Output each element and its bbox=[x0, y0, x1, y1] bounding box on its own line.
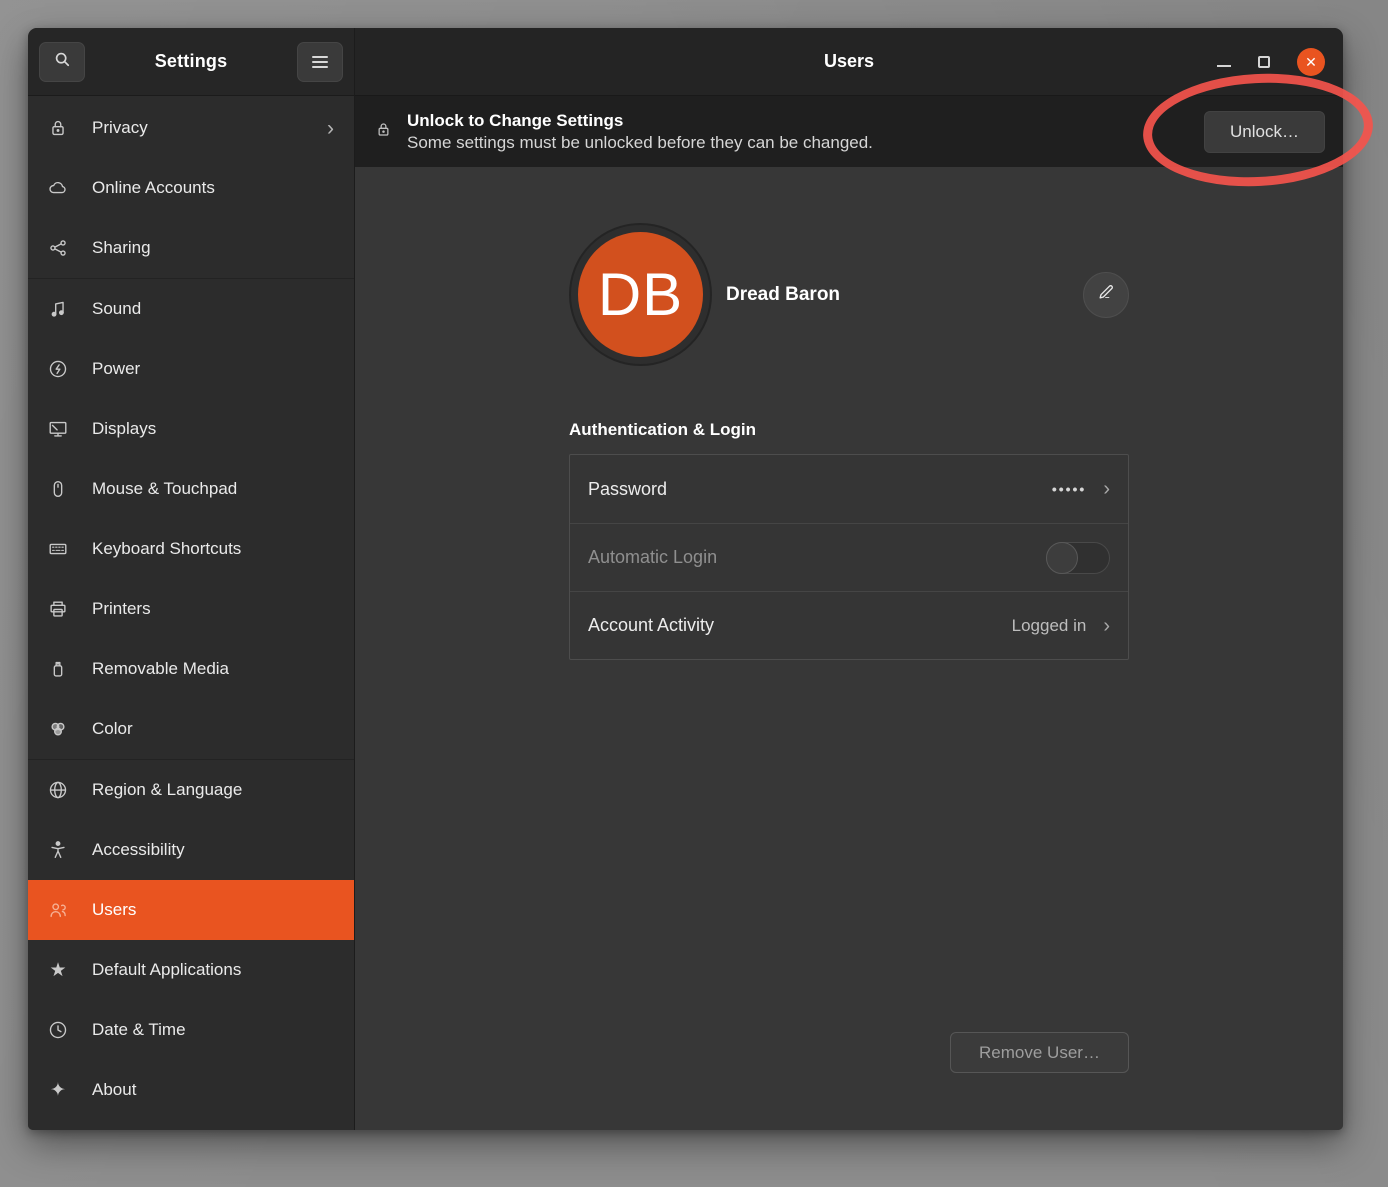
account-activity-value: Logged in bbox=[1012, 616, 1087, 636]
sidebar-item-label: Region & Language bbox=[92, 780, 242, 800]
banner-text: Unlock to Change Settings Some settings … bbox=[407, 111, 873, 153]
sidebar-item-removable-media[interactable]: Removable Media bbox=[28, 639, 354, 699]
sidebar-item-mouse-touchpad[interactable]: Mouse & Touchpad bbox=[28, 459, 354, 519]
sidebar-item-label: Printers bbox=[92, 599, 151, 619]
minimize-icon[interactable] bbox=[1217, 65, 1231, 67]
clock-icon bbox=[46, 1018, 70, 1042]
flash-drive-icon bbox=[46, 657, 70, 681]
pencil-icon bbox=[1096, 282, 1116, 307]
sidebar-item-label: Color bbox=[92, 719, 133, 739]
sidebar-item-power[interactable]: Power bbox=[28, 339, 354, 399]
lock-icon bbox=[374, 119, 393, 145]
avatar-initials: DB bbox=[578, 232, 703, 357]
main-panel: Unlock to Change Settings Some settings … bbox=[355, 96, 1343, 1130]
sidebar-header: Settings bbox=[28, 28, 355, 96]
mouse-icon bbox=[46, 477, 70, 501]
menu-button[interactable] bbox=[297, 42, 343, 82]
remove-user-button[interactable]: Remove User… bbox=[950, 1032, 1129, 1073]
sidebar-item-users[interactable]: Users bbox=[28, 880, 354, 940]
printer-icon bbox=[46, 597, 70, 621]
toggle-knob bbox=[1046, 542, 1078, 574]
password-row[interactable]: Password ••••• › bbox=[570, 455, 1128, 523]
display-icon bbox=[46, 417, 70, 441]
maximize-icon[interactable] bbox=[1258, 56, 1270, 68]
lock-icon bbox=[46, 116, 70, 140]
sidebar-item-color[interactable]: Color bbox=[28, 699, 354, 759]
account-activity-label: Account Activity bbox=[588, 615, 714, 636]
profile-row: DB Dread Baron bbox=[569, 223, 1129, 366]
sidebar-item-label: Users bbox=[92, 900, 136, 920]
cloud-icon bbox=[46, 176, 70, 200]
sidebar-item-label: Default Applications bbox=[92, 960, 241, 980]
auth-group: Password ••••• › Automatic Login Ac bbox=[569, 454, 1129, 660]
window-controls: ✕ bbox=[1217, 48, 1343, 76]
sidebar-item-label: Sound bbox=[92, 299, 141, 319]
unlock-button[interactable]: Unlock… bbox=[1204, 111, 1325, 153]
sidebar-item-sharing[interactable]: Sharing bbox=[28, 218, 354, 278]
power-icon bbox=[46, 357, 70, 381]
sidebar-item-online-accounts[interactable]: Online Accounts bbox=[28, 158, 354, 218]
hamburger-icon bbox=[312, 56, 328, 68]
sidebar-item-label: Mouse & Touchpad bbox=[92, 479, 237, 499]
sidebar-item-sound[interactable]: Sound bbox=[28, 279, 354, 339]
sidebar-item-label: About bbox=[92, 1080, 136, 1100]
sidebar-item-label: Power bbox=[92, 359, 140, 379]
users-icon bbox=[46, 898, 70, 922]
chevron-right-icon: › bbox=[1103, 616, 1110, 636]
sidebar-item-displays[interactable]: Displays bbox=[28, 399, 354, 459]
sidebar-item-region-language[interactable]: Region & Language bbox=[28, 760, 354, 820]
titlebar: Users ✕ bbox=[355, 28, 1343, 96]
sidebar-item-label: Keyboard Shortcuts bbox=[92, 539, 241, 559]
sidebar-item-privacy[interactable]: Privacy › bbox=[28, 98, 354, 158]
close-icon[interactable]: ✕ bbox=[1297, 48, 1325, 76]
automatic-login-toggle[interactable] bbox=[1046, 542, 1110, 574]
auth-section-heading: Authentication & Login bbox=[569, 420, 1129, 440]
users-content: DB Dread Baron Authentication & Login Pa… bbox=[355, 167, 1343, 1130]
search-button[interactable] bbox=[39, 42, 85, 82]
globe-icon bbox=[46, 778, 70, 802]
app-title: Settings bbox=[155, 51, 228, 72]
automatic-login-row: Automatic Login bbox=[570, 523, 1128, 591]
sidebar-item-printers[interactable]: Printers bbox=[28, 579, 354, 639]
sidebar-item-default-applications[interactable]: ★ Default Applications bbox=[28, 940, 354, 1000]
page-title: Users bbox=[355, 51, 1343, 72]
music-note-icon bbox=[46, 297, 70, 321]
sidebar-item-date-time[interactable]: Date & Time bbox=[28, 1000, 354, 1060]
search-icon bbox=[52, 49, 72, 74]
account-activity-row[interactable]: Account Activity Logged in › bbox=[570, 591, 1128, 659]
automatic-login-label: Automatic Login bbox=[588, 547, 717, 568]
sidebar-item-about[interactable]: ✦ About bbox=[28, 1060, 354, 1120]
accessibility-icon bbox=[46, 838, 70, 862]
sidebar-item-keyboard-shortcuts[interactable]: Keyboard Shortcuts bbox=[28, 519, 354, 579]
chevron-right-icon: › bbox=[1103, 479, 1110, 499]
settings-window: Settings Users ✕ Privacy › Online Accoun… bbox=[28, 28, 1343, 1130]
color-icon bbox=[46, 717, 70, 741]
chevron-right-icon: › bbox=[327, 118, 334, 139]
keyboard-icon bbox=[46, 537, 70, 561]
sidebar-item-accessibility[interactable]: Accessibility bbox=[28, 820, 354, 880]
desktop-background: { "titlebar": { "title": "Users" }, "sid… bbox=[0, 0, 1388, 1187]
sidebar-item-label: Privacy bbox=[92, 118, 148, 138]
banner-subtitle: Some settings must be unlocked before th… bbox=[407, 133, 873, 153]
sidebar-item-label: Online Accounts bbox=[92, 178, 215, 198]
avatar: DB bbox=[569, 223, 712, 366]
password-label: Password bbox=[588, 479, 667, 500]
sidebar-item-label: Removable Media bbox=[92, 659, 229, 679]
sidebar-item-label: Date & Time bbox=[92, 1020, 186, 1040]
unlock-banner: Unlock to Change Settings Some settings … bbox=[355, 96, 1343, 167]
sidebar-item-label: Sharing bbox=[92, 238, 151, 258]
user-name: Dread Baron bbox=[726, 284, 840, 306]
sidebar-item-label: Displays bbox=[92, 419, 156, 439]
sidebar-item-label: Accessibility bbox=[92, 840, 185, 860]
edit-name-button[interactable] bbox=[1083, 272, 1129, 318]
sparkle-icon: ✦ bbox=[46, 1078, 70, 1102]
banner-title: Unlock to Change Settings bbox=[407, 111, 873, 131]
password-dots: ••••• bbox=[1052, 481, 1087, 497]
star-icon: ★ bbox=[46, 958, 70, 982]
sidebar: Privacy › Online Accounts Sharing Sound bbox=[28, 96, 355, 1130]
share-icon bbox=[46, 236, 70, 260]
